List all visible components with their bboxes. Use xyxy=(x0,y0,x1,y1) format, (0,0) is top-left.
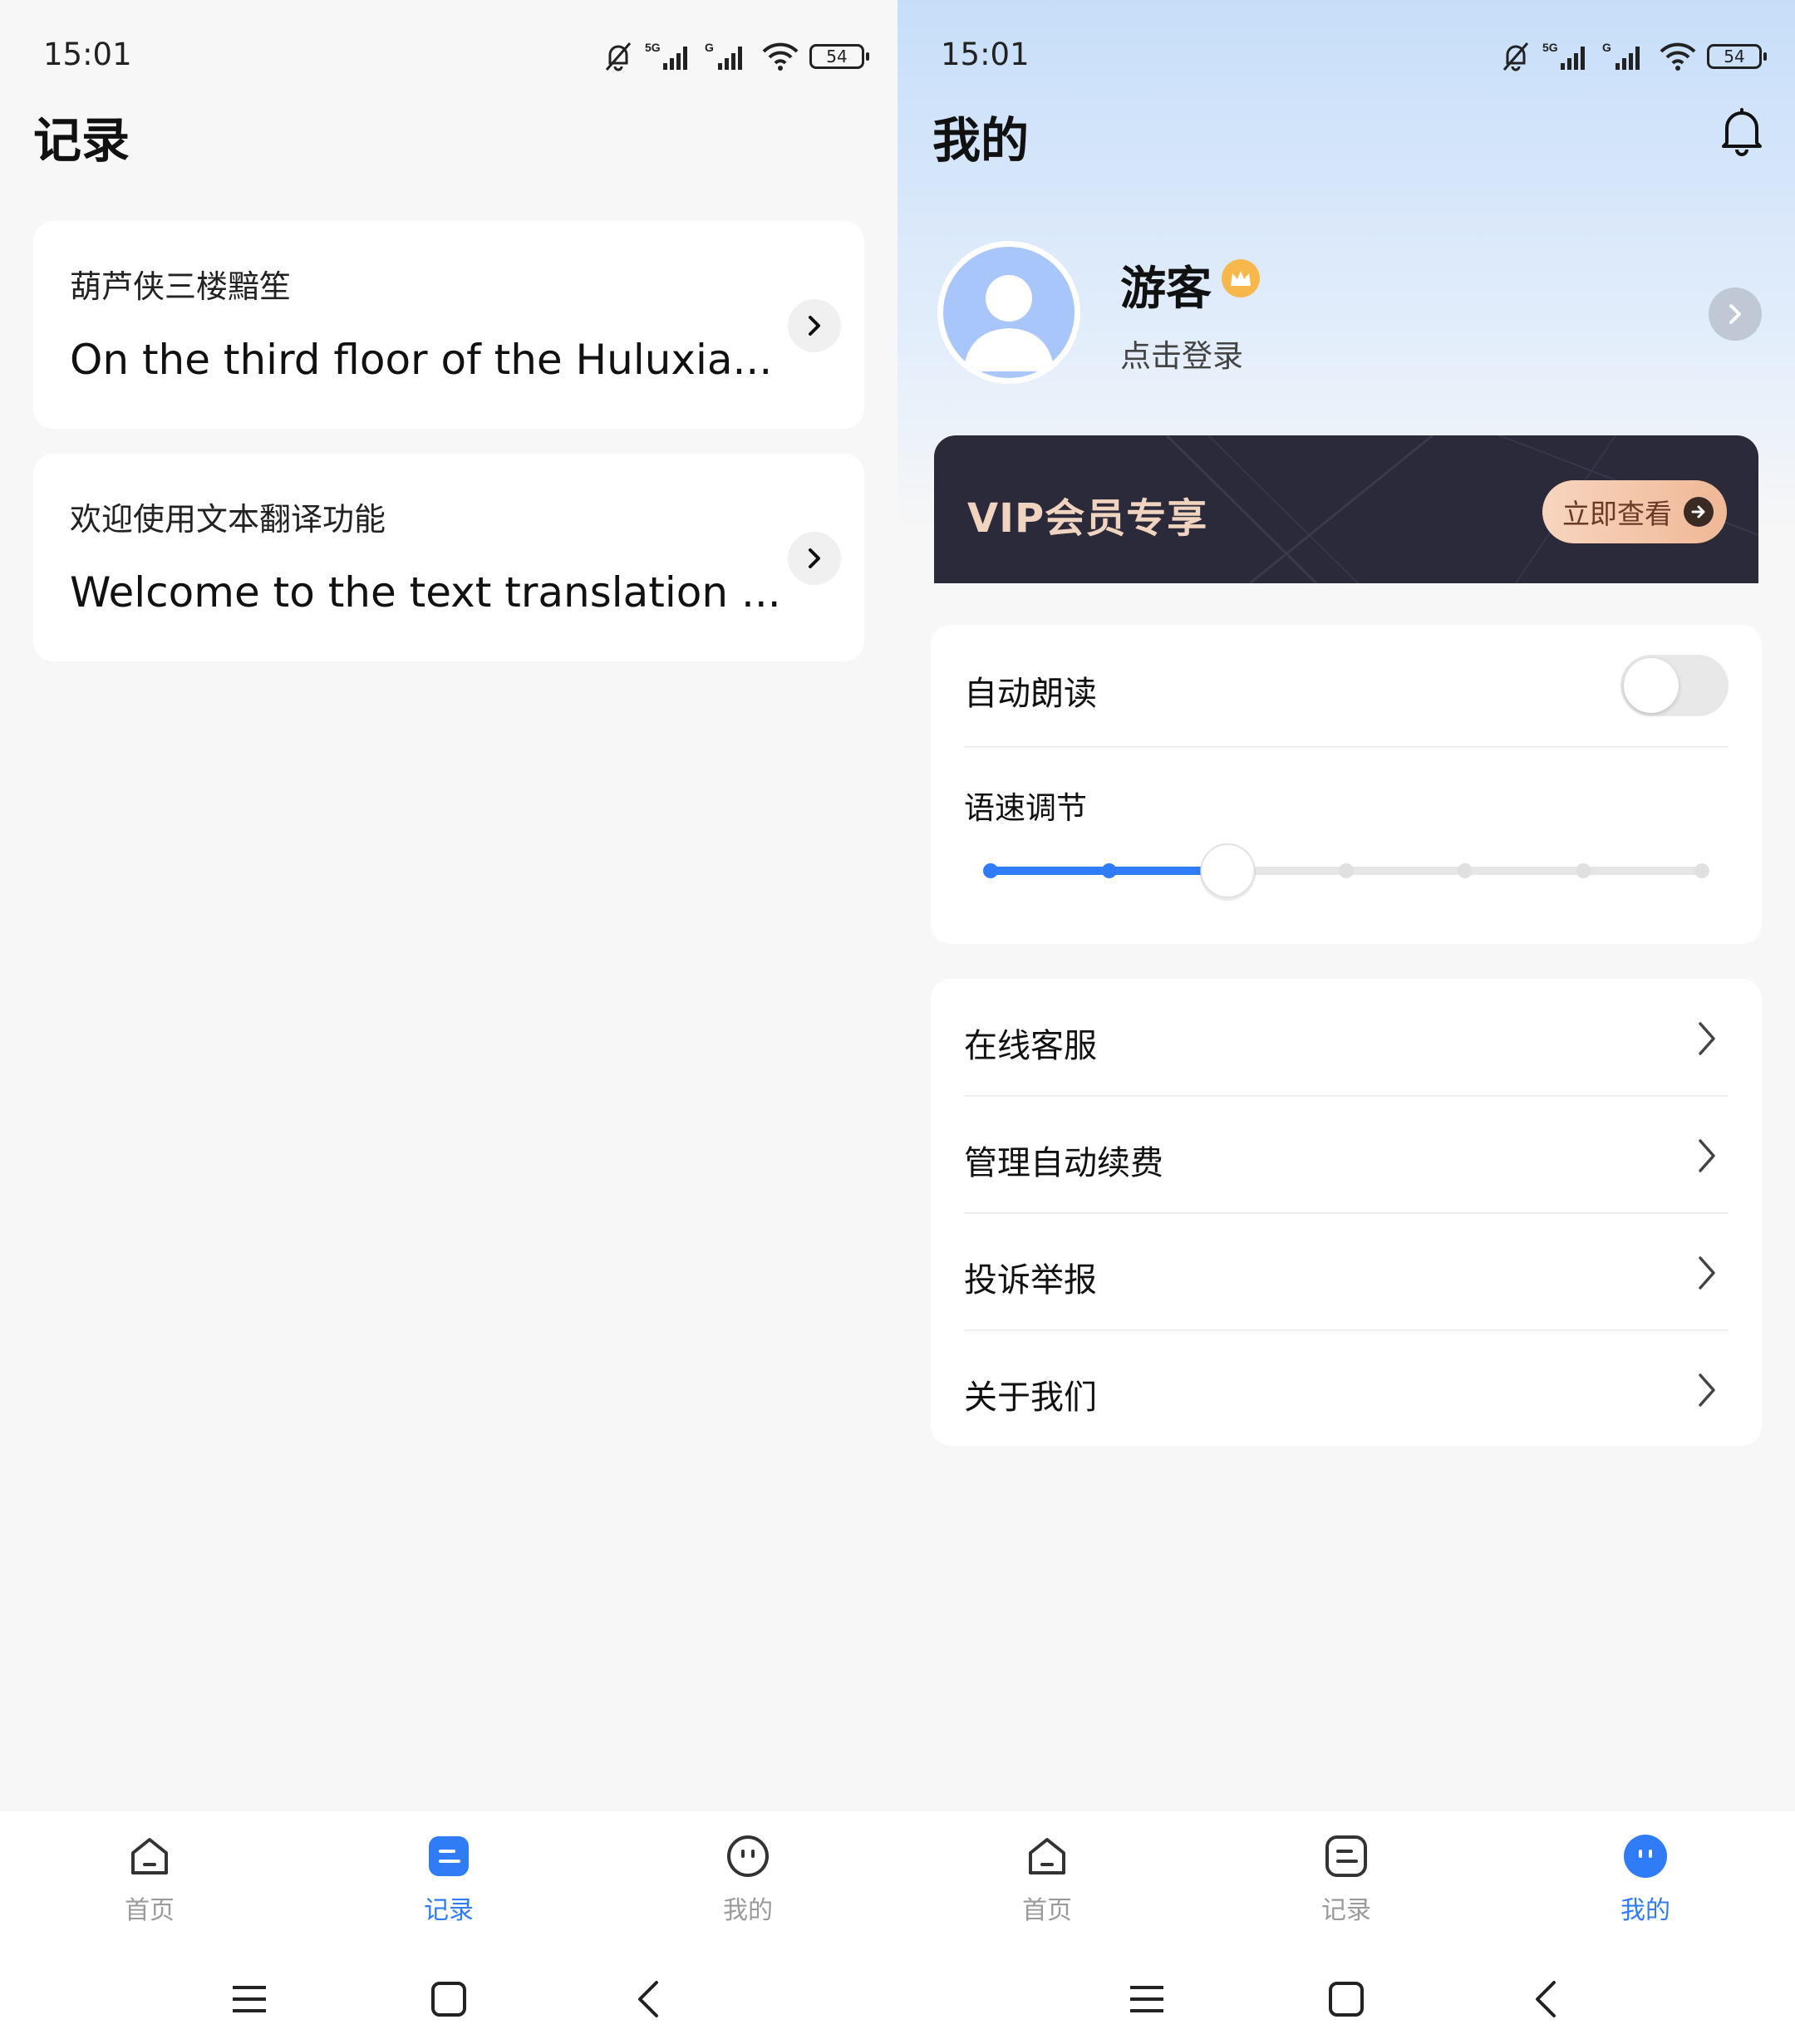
battery-icon: 54 xyxy=(1707,44,1767,69)
slider-step-dot xyxy=(1457,863,1473,878)
back-icon[interactable] xyxy=(615,1966,681,2032)
auto-read-label: 自动朗读 xyxy=(964,675,1097,713)
profile-face-icon xyxy=(1620,1831,1670,1881)
vip-view-label: 立即查看 xyxy=(1562,498,1672,530)
auto-read-toggle[interactable] xyxy=(1620,655,1729,716)
svg-text:G: G xyxy=(1602,41,1611,54)
slider-step-dot xyxy=(1576,863,1591,878)
battery-level: 54 xyxy=(826,47,848,66)
menu-panel: 在线客服 管理自动续费 投诉举报 关于我们 xyxy=(931,979,1762,1446)
chevron-right-icon xyxy=(1699,1139,1715,1172)
nav-label: 记录 xyxy=(424,1896,474,1925)
bottom-nav: 首页 记录 我的 xyxy=(898,1811,1795,2044)
chevron-right-icon xyxy=(1699,1022,1715,1055)
record-source-text: 欢迎使用文本翻译功能 xyxy=(70,501,386,538)
speed-slider[interactable] xyxy=(931,836,1762,911)
record-translation-text: Welcome to the text translation ... xyxy=(70,568,781,617)
chevron-right-icon[interactable] xyxy=(1709,287,1762,341)
nav-label: 我的 xyxy=(723,1896,773,1925)
record-card-1[interactable]: 葫芦侠三楼黯笙 On the third floor of the Huluxi… xyxy=(33,221,864,429)
nav-label: 首页 xyxy=(125,1896,175,1925)
slider-step-dot xyxy=(1101,863,1117,878)
wifi-icon xyxy=(1660,42,1696,71)
status-time: 15:01 xyxy=(941,37,1030,72)
nav-label: 我的 xyxy=(1620,1896,1670,1925)
home-square-icon[interactable] xyxy=(1313,1966,1379,2032)
nav-label: 记录 xyxy=(1321,1896,1371,1925)
record-source-text: 葫芦侠三楼黯笙 xyxy=(70,268,292,305)
nav-home[interactable]: 首页 xyxy=(91,1831,208,1926)
menu-icon[interactable] xyxy=(1114,1966,1180,2032)
page-title: 我的 xyxy=(932,112,1030,169)
reading-settings-panel: 自动朗读 语速调节 xyxy=(931,625,1762,944)
profile-screen: 15:01 5G G 54 我的 游客 点击登录 VIP会员专享 立即查看 自动… xyxy=(898,0,1795,2044)
mute-bell-icon xyxy=(1502,42,1529,71)
home-icon xyxy=(1022,1831,1072,1881)
menu-item-auto-renew[interactable]: 管理自动续费 xyxy=(931,1096,1762,1212)
menu-item-label: 在线客服 xyxy=(964,1027,1097,1065)
record-card-2[interactable]: 欢迎使用文本翻译功能 Welcome to the text translati… xyxy=(33,454,864,661)
vip-title: VIP会员专享 xyxy=(967,495,1208,542)
status-icons: 5G G 54 xyxy=(1499,40,1767,73)
nav-home[interactable]: 首页 xyxy=(989,1831,1105,1926)
menu-item-complaint[interactable]: 投诉举报 xyxy=(931,1213,1762,1329)
nav-profile[interactable]: 我的 xyxy=(1587,1831,1704,1926)
menu-item-label: 管理自动续费 xyxy=(964,1144,1163,1182)
wifi-icon xyxy=(762,42,799,71)
bottom-nav: 首页 记录 我的 xyxy=(0,1811,898,2044)
status-time: 15:01 xyxy=(43,37,132,72)
nav-records[interactable]: 记录 xyxy=(1288,1831,1404,1926)
svg-text:5G: 5G xyxy=(645,41,661,54)
toggle-knob xyxy=(1624,658,1679,713)
username[interactable]: 游客 xyxy=(1120,251,1212,317)
status-bar: 15:01 5G G 54 xyxy=(941,33,1767,83)
notification-bell-icon[interactable] xyxy=(1719,106,1765,160)
chevron-right-icon[interactable] xyxy=(788,532,841,585)
battery-icon: 54 xyxy=(809,44,869,69)
status-bar: 15:01 5G G 54 xyxy=(43,33,869,83)
records-screen: 15:01 5G G 54 记录 葫芦侠三楼黯笙 On the third fl… xyxy=(0,0,898,2044)
signal-5g-icon: 5G xyxy=(1542,41,1585,70)
default-user-icon xyxy=(963,275,1055,371)
vip-banner[interactable]: VIP会员专享 立即查看 xyxy=(934,435,1758,583)
record-translation-text: On the third floor of the Huluxia... xyxy=(70,336,773,384)
speed-label: 语速调节 xyxy=(964,790,1087,826)
menu-icon[interactable] xyxy=(216,1966,283,2032)
records-icon xyxy=(1321,1831,1371,1881)
menu-item-about-us[interactable]: 关于我们 xyxy=(931,1330,1762,1447)
crown-icon xyxy=(1222,259,1260,297)
chevron-right-icon xyxy=(1699,1256,1715,1290)
chevron-right-icon[interactable] xyxy=(788,299,841,352)
divider xyxy=(964,746,1729,748)
menu-item-label: 投诉举报 xyxy=(964,1261,1097,1300)
mute-bell-icon xyxy=(605,42,632,71)
signal-g-icon: G xyxy=(1602,41,1640,70)
slider-step-dot xyxy=(983,863,998,878)
profile-face-icon xyxy=(723,1831,773,1881)
menu-item-label: 关于我们 xyxy=(964,1378,1097,1417)
nav-label: 首页 xyxy=(1022,1896,1072,1925)
page-title: 记录 xyxy=(33,112,130,169)
svg-text:5G: 5G xyxy=(1542,41,1558,54)
login-link[interactable]: 点击登录 xyxy=(1120,331,1243,376)
records-icon xyxy=(424,1831,474,1881)
menu-item-online-service[interactable]: 在线客服 xyxy=(931,979,1762,1095)
vip-view-button[interactable]: 立即查看 xyxy=(1542,480,1727,543)
slider-step-dot xyxy=(1694,863,1709,878)
slider-step-dot xyxy=(1339,863,1354,878)
avatar[interactable] xyxy=(937,241,1080,384)
signal-5g-icon: 5G xyxy=(645,41,687,70)
chevron-right-icon xyxy=(1699,1373,1715,1407)
home-icon xyxy=(125,1831,175,1881)
nav-records[interactable]: 记录 xyxy=(391,1831,507,1926)
slider-thumb[interactable] xyxy=(1200,843,1256,898)
battery-level: 54 xyxy=(1724,47,1745,66)
svg-text:G: G xyxy=(705,41,714,54)
status-icons: 5G G 54 xyxy=(602,40,869,73)
signal-g-icon: G xyxy=(705,41,742,70)
nav-profile[interactable]: 我的 xyxy=(690,1831,806,1926)
home-square-icon[interactable] xyxy=(416,1966,482,2032)
arrow-right-icon xyxy=(1684,497,1714,527)
back-icon[interactable] xyxy=(1512,1966,1579,2032)
